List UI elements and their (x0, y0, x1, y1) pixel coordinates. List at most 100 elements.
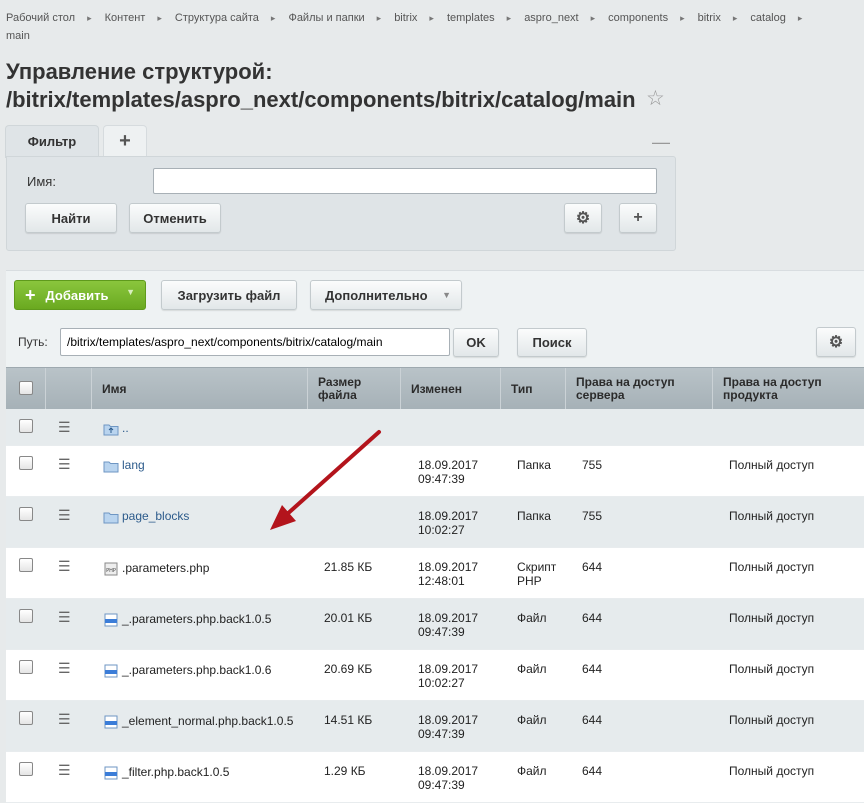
plus-icon: + (25, 284, 36, 305)
server-rights: 644 (582, 662, 603, 676)
svg-text:PHP: PHP (106, 568, 116, 574)
file-name: _filter.php.back1.0.5 (122, 765, 230, 779)
name-filter-input[interactable] (153, 168, 657, 194)
column-header-type[interactable]: Тип (501, 368, 566, 410)
product-rights: Полный доступ (729, 764, 815, 778)
table-row[interactable]: ☰ _element_normal.php.back1.0.5 14.51 КБ… (6, 701, 864, 752)
hamburger-menu-icon[interactable]: ☰ (58, 507, 71, 524)
chevron-down-icon[interactable]: ▼ (126, 287, 135, 297)
product-rights: Полный доступ (729, 662, 815, 676)
breadcrumb-item[interactable]: components (608, 6, 668, 30)
path-input[interactable]: /bitrix/templates/aspro_next/components/… (60, 328, 450, 356)
server-rights: 644 (582, 611, 603, 625)
hamburger-menu-icon[interactable]: ☰ (58, 609, 71, 626)
hamburger-menu-icon[interactable]: ☰ (58, 419, 71, 436)
hamburger-menu-icon[interactable]: ☰ (58, 660, 71, 677)
path-ok-button[interactable]: OK (453, 328, 499, 357)
file-type: Папка (517, 509, 551, 523)
column-header-server-rights[interactable]: Права на доступ сервера (566, 368, 713, 410)
tab-filter[interactable]: Фильтр (6, 126, 98, 157)
file-name-link[interactable]: _element_normal.php.back1.0.5 (103, 714, 293, 729)
file-manager-panel: + Добавить ▼ Загрузить файл Дополнительн… (6, 270, 864, 803)
hamburger-menu-icon[interactable]: ☰ (58, 762, 71, 779)
table-row[interactable]: ☰ _filter.php.back1.0.5 1.29 КБ 18.09.20… (6, 752, 864, 803)
row-checkbox[interactable] (19, 762, 33, 776)
folder-icon (103, 461, 119, 473)
more-actions-button[interactable]: Дополнительно ▼ (310, 280, 462, 310)
search-button[interactable]: Поиск (517, 328, 587, 357)
date-text: 18.09.2017 (418, 713, 479, 727)
path-label: Путь: (18, 335, 48, 349)
type-text-2: PHP (517, 574, 542, 588)
breadcrumb-item[interactable]: Файлы и папки (288, 6, 364, 30)
favorite-star-icon[interactable]: ☆ (646, 86, 665, 111)
breadcrumb-item[interactable]: Структура сайта (175, 6, 259, 30)
file-name-link[interactable]: page_blocks (103, 509, 189, 524)
hamburger-menu-icon[interactable]: ☰ (58, 711, 71, 728)
upload-file-button[interactable]: Загрузить файл (161, 280, 297, 310)
page-title: Управление структурой: /bitrix/templates… (6, 58, 636, 114)
file-name-link[interactable]: _filter.php.back1.0.5 (103, 765, 229, 780)
modified-date: 18.09.2017 09:47:39 (418, 713, 478, 741)
select-all-checkbox[interactable] (19, 381, 33, 395)
file-name-link[interactable]: PHP .parameters.php (103, 561, 209, 576)
row-checkbox[interactable] (19, 419, 33, 433)
time-text: 12:48:01 (418, 574, 465, 588)
breadcrumb-item[interactable]: aspro_next (524, 6, 578, 30)
table-row[interactable]: ☰ _.parameters.php.back1.0.6 20.69 КБ 18… (6, 650, 864, 701)
breadcrumb-item[interactable]: templates (447, 6, 495, 30)
file-name: _.parameters.php.back1.0.6 (122, 663, 272, 677)
file-name-link[interactable]: lang (103, 458, 145, 473)
breadcrumb-item-current: main (6, 30, 30, 42)
row-checkbox[interactable] (19, 711, 33, 725)
table-row[interactable]: ☰ page_blocks 18.09.2017 10:02:27 Папка 7… (6, 497, 864, 548)
chevron-right-icon: ▸ (506, 13, 512, 23)
minimize-filter-icon[interactable]: — (652, 132, 670, 153)
add-filter-tab-button[interactable]: + (104, 126, 146, 157)
filter-add-field-icon[interactable]: + (619, 203, 657, 233)
table-row[interactable]: ☰ lang 18.09.2017 09:47:39 Папка 755 Полн… (6, 446, 864, 497)
chevron-right-icon: ▸ (797, 13, 803, 23)
table-row[interactable]: ☰ .. (6, 409, 864, 446)
row-checkbox[interactable] (19, 456, 33, 470)
file-name-link[interactable]: .. (103, 421, 129, 436)
column-header-name[interactable]: Имя (92, 368, 308, 410)
breadcrumb-item[interactable]: bitrix (394, 6, 417, 30)
row-checkbox[interactable] (19, 558, 33, 572)
date-text: 18.09.2017 (418, 560, 479, 574)
find-button[interactable]: Найти (25, 203, 117, 233)
modified-date: 18.09.2017 10:02:27 (418, 509, 478, 537)
column-header-modified[interactable]: Изменен (401, 368, 501, 410)
add-button[interactable]: + Добавить ▼ (14, 280, 146, 310)
hamburger-menu-icon[interactable]: ☰ (58, 456, 71, 473)
file-name: _element_normal.php.back1.0.5 (122, 714, 294, 728)
hamburger-menu-icon[interactable]: ☰ (58, 558, 71, 575)
row-checkbox[interactable] (19, 609, 33, 623)
product-rights: Полный доступ (729, 611, 815, 625)
cancel-button[interactable]: Отменить (129, 203, 221, 233)
server-rights: 755 (582, 509, 603, 523)
chevron-right-icon: ▸ (680, 13, 685, 23)
table-row[interactable]: ☰ PHP .parameters.php 21.85 КБ 18.09.2017… (6, 548, 864, 599)
breadcrumb: Рабочий стол ▸ Контент ▸ Структура сайта ▸ Фай… (6, 6, 864, 42)
date-text: 18.09.2017 (418, 458, 479, 472)
chevron-right-icon: ▸ (376, 13, 382, 23)
date-text: 18.09.2017 (418, 764, 479, 778)
table-settings-icon[interactable]: ⚙ (816, 327, 856, 357)
time-text: 10:02:27 (418, 676, 465, 690)
breadcrumb-item[interactable]: Контент (105, 6, 146, 30)
row-checkbox[interactable] (19, 507, 33, 521)
file-type: Файл (517, 713, 547, 727)
modified-date: 18.09.2017 09:47:39 (418, 458, 478, 486)
breadcrumb-item[interactable]: catalog (750, 6, 785, 30)
column-header-size[interactable]: Размер файла (308, 368, 401, 410)
folder-up-icon (103, 424, 119, 436)
file-icon (104, 766, 118, 780)
file-name-link[interactable]: _.parameters.php.back1.0.6 (103, 663, 271, 678)
filter-settings-icon[interactable]: ⚙ (564, 203, 602, 233)
row-checkbox[interactable] (19, 660, 33, 674)
file-name-link[interactable]: _.parameters.php.back1.0.5 (103, 612, 271, 627)
breadcrumb-item[interactable]: bitrix (698, 6, 721, 30)
column-header-product-rights[interactable]: Права на доступ продукта (713, 368, 864, 410)
table-row[interactable]: ☰ _.parameters.php.back1.0.5 20.01 КБ 18… (6, 599, 864, 650)
